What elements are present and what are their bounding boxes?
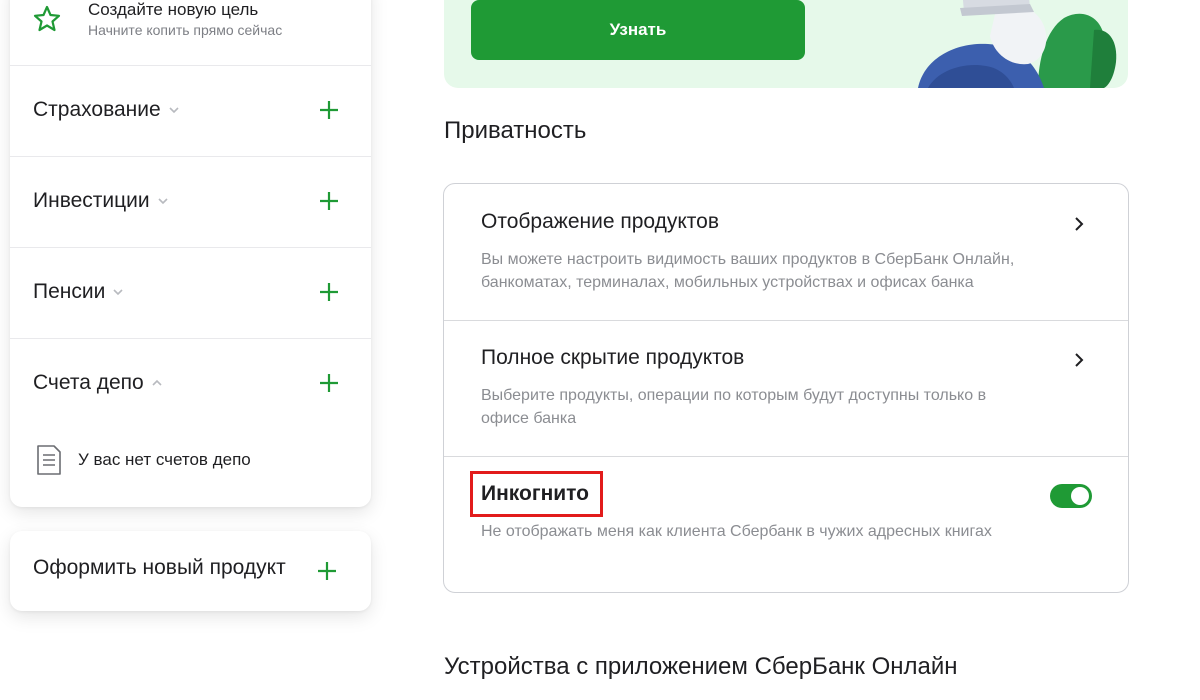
section-insurance-toggle[interactable]: Страхование xyxy=(33,98,181,122)
section-pensions-toggle[interactable]: Пенсии xyxy=(33,280,125,304)
products-sidebar: Создайте новую цель Начните копить прямо… xyxy=(10,0,371,507)
section-depo-toggle[interactable]: Счета депо xyxy=(33,371,164,395)
toggle-knob xyxy=(1071,487,1089,505)
incognito-desc: Не отображать меня как клиента Сбербанк … xyxy=(481,523,992,540)
section-insurance[interactable]: Страхование xyxy=(10,66,371,157)
learn-more-button[interactable]: Узнать xyxy=(471,0,805,60)
plus-icon xyxy=(320,101,338,119)
section-insurance-label: Страхование xyxy=(33,98,161,121)
new-product-button[interactable] xyxy=(315,559,339,583)
section-investments[interactable]: Инвестиции xyxy=(10,157,371,248)
incognito-row: Инкогнито Не отображать меня как клиента… xyxy=(444,456,1128,593)
section-pensions[interactable]: Пенсии xyxy=(10,248,371,339)
section-depo-label: Счета депо xyxy=(33,371,144,394)
add-investments-button[interactable] xyxy=(317,189,341,213)
incognito-title: Инкогнито xyxy=(481,482,590,505)
chevron-down-icon xyxy=(169,107,179,114)
create-goal-row[interactable]: Создайте новую цель Начните копить прямо… xyxy=(10,0,371,66)
person-with-laptop-illustration xyxy=(918,0,1117,88)
product-visibility-desc: Вы можете настроить видимость ваших прод… xyxy=(481,251,1015,291)
incognito-toggle[interactable] xyxy=(1050,484,1092,508)
new-product-label: Оформить новый продукт xyxy=(33,556,286,579)
chevron-down-icon xyxy=(158,198,168,205)
plus-icon xyxy=(320,283,338,301)
privacy-heading: Приватность xyxy=(444,117,587,144)
document-icon xyxy=(37,445,61,475)
create-goal-title: Создайте новую цель xyxy=(88,0,259,19)
plus-icon xyxy=(320,374,338,392)
privacy-settings-card: Отображение продуктов Вы можете настроит… xyxy=(443,183,1129,593)
plus-icon xyxy=(318,562,336,580)
add-pensions-button[interactable] xyxy=(317,280,341,304)
chevron-right-icon xyxy=(1075,353,1084,367)
add-depo-button[interactable] xyxy=(317,371,341,395)
section-investments-toggle[interactable]: Инвестиции xyxy=(33,189,170,213)
depo-empty-state: У вас нет счетов депо xyxy=(36,445,251,475)
section-pensions-label: Пенсии xyxy=(33,280,106,303)
product-visibility-row[interactable]: Отображение продуктов Вы можете настроит… xyxy=(444,184,1128,321)
section-depo-accounts[interactable]: Счета депо xyxy=(10,339,371,430)
new-product-card[interactable]: Оформить новый продукт xyxy=(10,531,371,611)
section-investments-label: Инвестиции xyxy=(33,189,150,212)
product-visibility-title: Отображение продуктов xyxy=(481,210,720,233)
star-icon xyxy=(33,5,61,32)
plus-icon xyxy=(320,192,338,210)
chevron-right-icon xyxy=(1075,217,1084,231)
depo-empty-text: У вас нет счетов депо xyxy=(78,450,251,469)
full-hide-products-desc: Выберите продукты, операции по которым б… xyxy=(481,387,987,427)
full-hide-products-title: Полное скрытие продуктов xyxy=(481,346,745,369)
chevron-up-icon xyxy=(152,379,162,386)
promo-banner: Узнать xyxy=(444,0,1128,88)
chevron-down-icon xyxy=(113,289,123,296)
full-hide-products-row[interactable]: Полное скрытие продуктов Выберите продук… xyxy=(444,320,1128,457)
add-insurance-button[interactable] xyxy=(317,98,341,122)
create-goal-subtitle: Начните копить прямо сейчас xyxy=(88,22,283,38)
devices-heading: Устройства с приложением СберБанк Онлайн xyxy=(444,653,958,680)
